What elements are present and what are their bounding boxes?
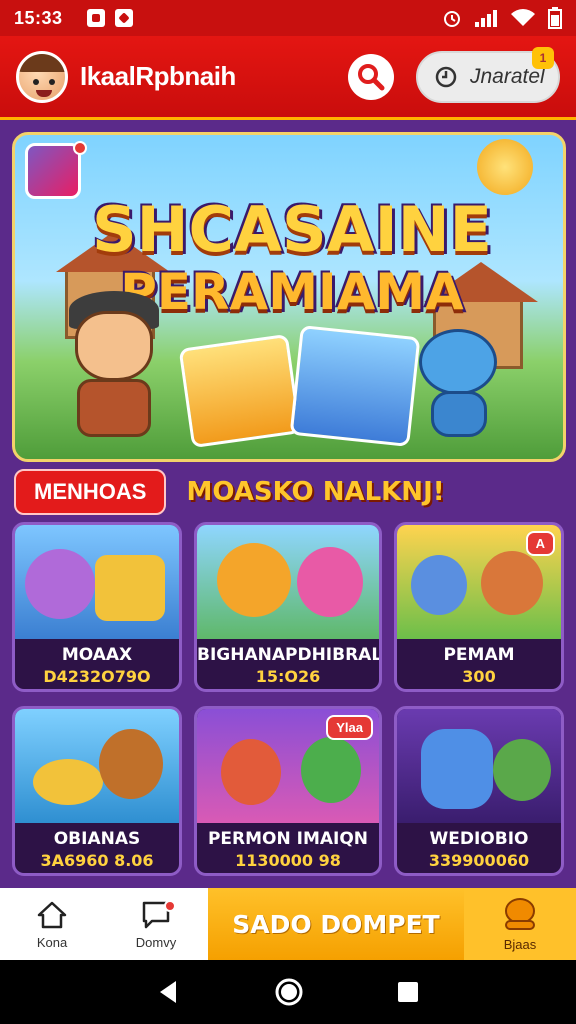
nav-home[interactable]: Kona [0,888,104,960]
game-artwork [397,709,561,823]
game-badge: Ylaa [326,715,373,740]
account-button[interactable]: Jnaratel 1 [416,46,560,103]
game-thumbnail[interactable] [25,143,81,199]
game-artwork [197,525,379,639]
hero-character-illustration [55,291,175,459]
bottom-navigation: Kona Domvy SADO DOMPET Bjaas [0,888,576,960]
nav-profile-label: Bjaas [503,936,537,952]
app-header: IkaalRpbnaih Jnaratel 1 [0,36,576,120]
game-tile[interactable]: MOAAX D4232O79O [12,522,182,692]
mascot-illustration [413,321,503,441]
signal-icon [475,10,497,27]
game-artwork [15,525,179,639]
game-badge: A [525,531,555,556]
game-title: OBIANAS [53,829,141,849]
game-title: WEDIOBIO [429,829,529,849]
home-circle-icon[interactable] [274,977,304,1007]
section-title: MOASKO NALKNJ! [186,477,445,507]
game-value: D4232O79O [43,667,151,686]
status-time: 15:33 [14,7,63,28]
nav-messages[interactable]: Domvy [104,888,208,960]
wifi-icon [511,9,535,26]
game-value: 300 [462,667,496,686]
category-pill[interactable]: MENHOAS [14,469,167,515]
game-tile[interactable]: A PEMAM 300 [394,522,564,692]
system-status-icons [442,7,562,29]
game-value: 15:O26 [255,667,321,686]
account-badge: 1 [532,46,554,69]
back-icon[interactable] [156,979,182,1005]
status-bar: 15:33 [0,0,576,36]
game-title: PERMON IMAIQN [207,829,369,849]
game-tile[interactable]: OBIANAS 3A6960 8.06 [12,706,182,876]
notification-dot [73,141,87,155]
search-button[interactable] [348,53,394,100]
game-artwork [15,709,179,823]
recents-icon[interactable] [396,980,420,1004]
alarm-icon [444,11,460,27]
coin-illustration [477,139,533,195]
notification-dot [164,900,176,912]
nav-messages-label: Domvy [135,934,177,950]
battery-icon [548,7,562,29]
game-title: PEMAM [443,645,515,665]
clock-icon [435,66,457,87]
game-title: BIGHANAPDHIBRAL [197,645,382,665]
game-value: 1130000 98 [235,851,341,870]
home-icon [37,901,67,928]
game-tile[interactable]: WEDIOBIO 339900060 [394,706,564,876]
account-label: Jnaratel [470,64,545,88]
avatar[interactable] [16,50,68,103]
section-header: MENHOAS MOASKO NALKNJ! [0,469,576,515]
game-value: 339900060 [428,851,530,870]
cards-illustration [178,325,425,451]
notification-app-icon [114,9,133,27]
username: IkaalRpbnaih [80,61,236,91]
game-grid: MOAAX D4232O79O BIGHANAPDHIBRAL 15:O26 A… [12,522,564,876]
system-navigation-bar [0,960,576,1024]
wallet-balance-button[interactable]: SADO DOMPET [208,888,464,960]
game-title: MOAAX [61,645,133,665]
nav-home-label: Kona [36,934,68,950]
game-tile[interactable]: BIGHANAPDHIBRAL 15:O26 [194,522,382,692]
game-tile[interactable]: Ylaa PERMON IMAIQN 1130000 98 [194,706,382,876]
game-value: 3A6960 8.06 [40,851,154,870]
nav-profile[interactable]: Bjaas [464,888,576,960]
notification-app-icon [86,9,105,27]
promo-banner[interactable]: SHCASAINE PERAMIAMA [12,132,566,462]
search-icon [358,63,385,90]
banner-title-line1: SHCASAINE [92,193,492,266]
profile-icon [505,897,535,930]
notification-icons [86,9,133,27]
